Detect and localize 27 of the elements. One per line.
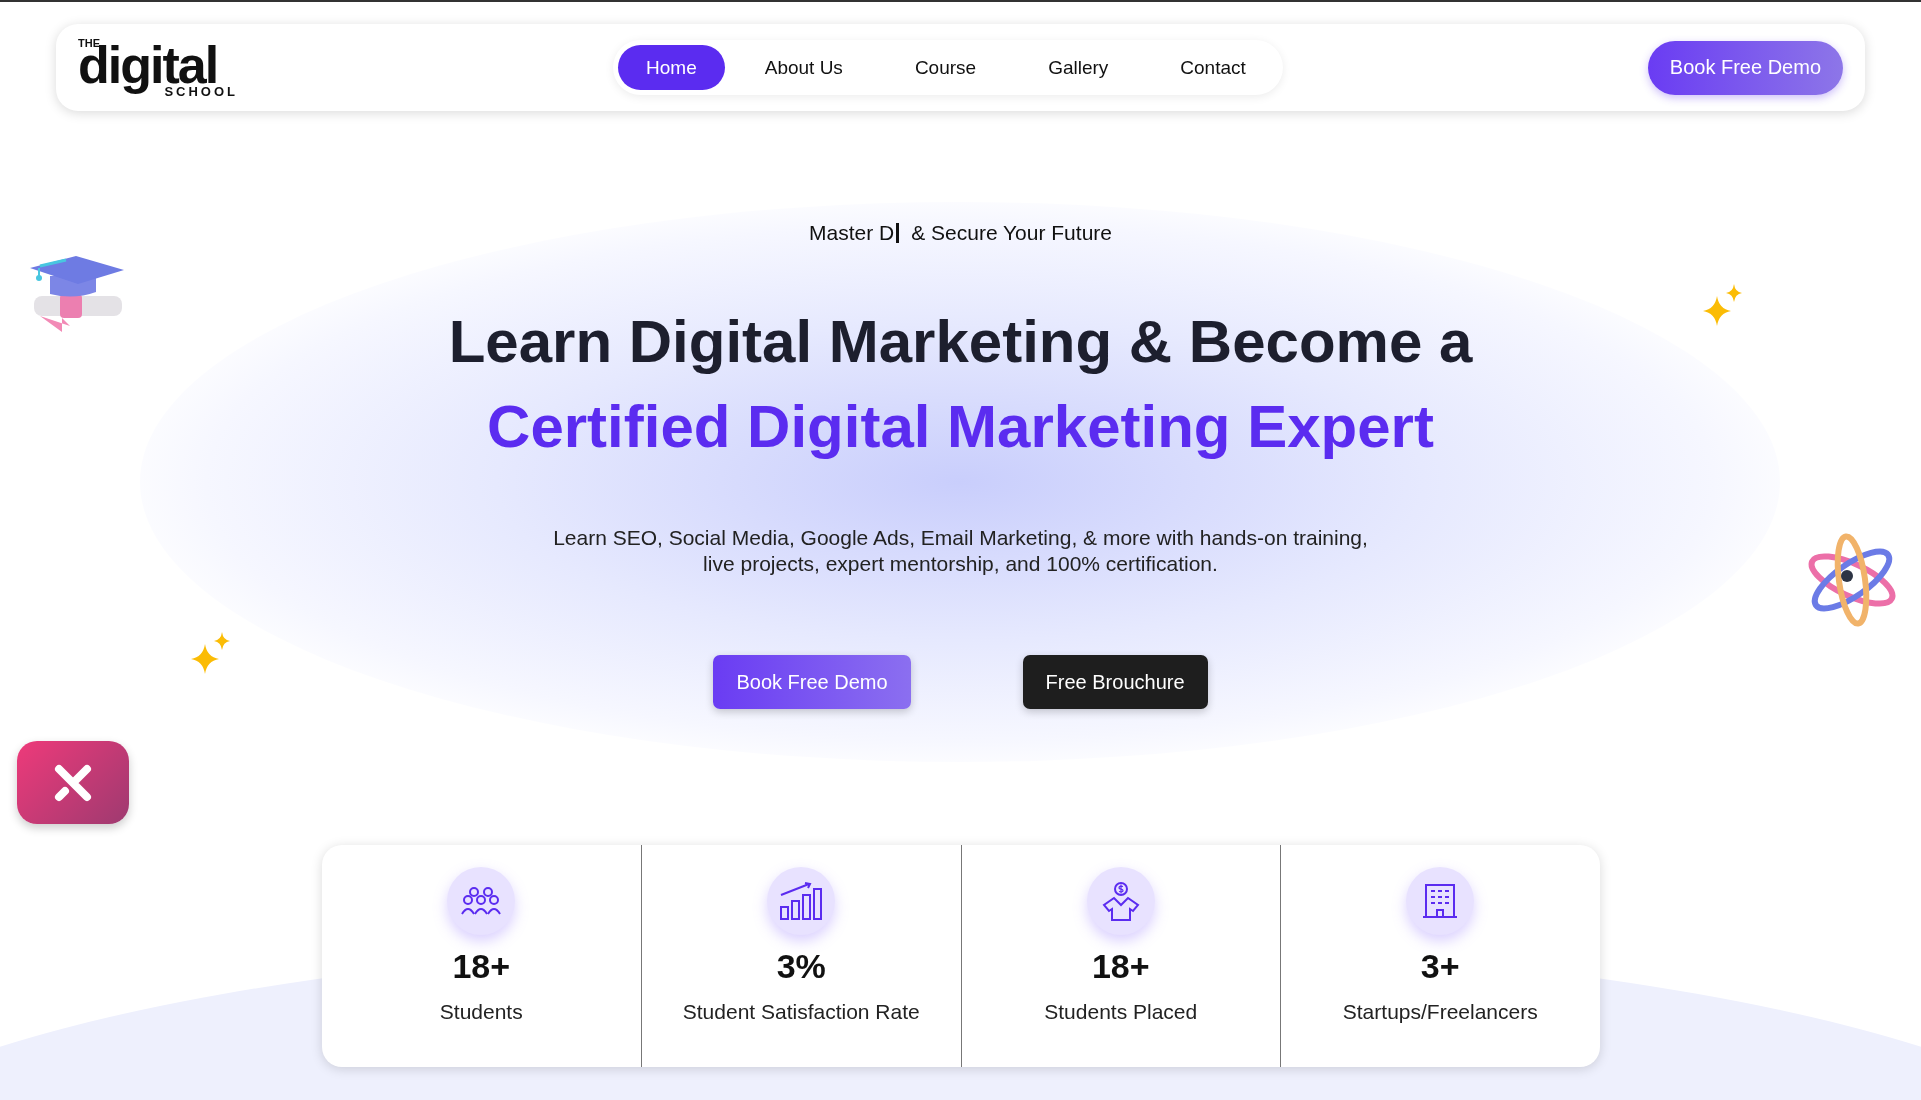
tagline-typed-text: Master D [809,221,895,245]
tagline-text: & Secure Your Future [911,221,1112,245]
stat-label: Students [439,1000,523,1024]
bar-chart-icon [779,881,824,921]
stat-label: Startups/Freelancers [1342,1000,1538,1024]
stat-value: 3+ [1420,947,1460,986]
nav-link[interactable]: Home [618,45,725,90]
nav-link[interactable]: About Us [732,45,875,90]
hero-highlight-title: Certified Digital Marketing Expert [487,392,1434,461]
floating-app-badge[interactable] [17,741,129,824]
stat-value: 18+ [452,947,511,986]
building-icon [1422,883,1459,919]
stat-label: Student Satisfaction Rate [682,1000,920,1024]
nav-link[interactable]: Gallery [1016,45,1141,90]
text-cursor [896,223,900,243]
nav-link[interactable]: Contact [1148,45,1278,90]
nav-link[interactable]: Course [882,45,1009,90]
book-demo-button[interactable]: Book Free Demo [1647,40,1843,95]
brochure-button[interactable]: Free Brouchure [1022,655,1208,709]
stat-value: 3% [776,947,826,986]
book-demo-button[interactable]: Book Free Demo [713,655,911,709]
people-group-icon [461,886,502,916]
hero-description: live projects, expert mentorship, and 100% certification. [702,551,1219,577]
hero-description: Learn SEO, Social Media, Google Ads, Email Marketing, & more with hands-on training, [553,525,1368,551]
hero-title: Learn Digital Marketing & Become a [448,307,1473,376]
stat-value: 18+ [1091,947,1150,986]
stat-label: Students Placed [1044,1000,1198,1024]
